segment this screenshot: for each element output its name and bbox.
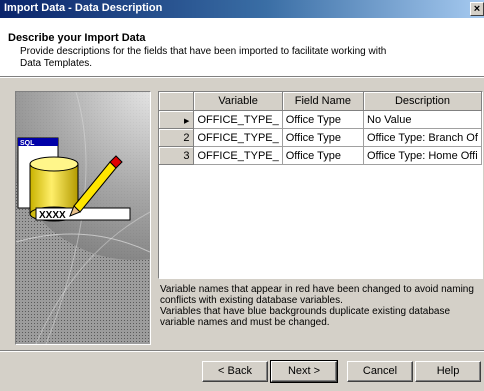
cell-description[interactable]: Office Type: Home Offi [363, 146, 482, 165]
footer-divider [0, 350, 484, 352]
header-title: Describe your Import Data [8, 32, 146, 44]
current-row-pointer-icon: ▶ [184, 117, 190, 125]
grid-empty-area [159, 165, 482, 278]
next-button[interactable]: Next > [270, 360, 338, 383]
column-header-variable[interactable]: Variable [193, 92, 283, 111]
text-field-illustration: XXXX [35, 207, 131, 221]
naming-notes: Variable names that appear in red have b… [160, 284, 482, 328]
grid-header-row: Variable Field Name Description [159, 92, 482, 111]
row-header[interactable]: 2 [159, 128, 195, 147]
back-button[interactable]: < Back [202, 361, 268, 382]
cell-variable[interactable]: OFFICE_TYPE_ [193, 128, 283, 147]
grid-table: Variable Field Name Description ▶ OFFICE… [159, 92, 482, 165]
row-header-current[interactable]: ▶ [159, 110, 195, 129]
cell-variable[interactable]: OFFICE_TYPE_ [193, 146, 283, 165]
window-title: Import Data - Data Description [4, 2, 163, 14]
cell-field-name[interactable]: Office Type [282, 110, 365, 129]
table-row[interactable]: ▶ OFFICE_TYPE_ Office Type No Value [159, 110, 482, 129]
field-xxxx-text: XXXX [39, 210, 66, 221]
cell-description[interactable]: Office Type: Branch Of [363, 128, 482, 147]
blue-background-note: Variables that have blue backgrounds dup… [160, 306, 451, 328]
wizard-header: Describe your Import Data Provide descri… [0, 18, 484, 76]
red-names-note: Variable names that appear in red have b… [160, 284, 474, 306]
cancel-button[interactable]: Cancel [347, 361, 413, 382]
column-header-description[interactable]: Description [363, 92, 482, 111]
header-divider [0, 76, 484, 78]
column-header-field-name[interactable]: Field Name [282, 92, 365, 111]
grid-corner-cell [159, 92, 195, 111]
wizard-illustration: SQL XXXX [15, 91, 151, 345]
title-bar: Import Data - Data Description × [0, 0, 484, 18]
header-description: Provide descriptions for the fields that… [20, 46, 387, 69]
cell-field-name[interactable]: Office Type [282, 146, 365, 165]
cell-description[interactable]: No Value [363, 110, 482, 129]
cell-field-name[interactable]: Office Type [282, 128, 365, 147]
data-description-grid: Variable Field Name Description ▶ OFFICE… [158, 91, 483, 279]
sql-label: SQL [20, 140, 35, 147]
row-header[interactable]: 3 [159, 146, 195, 165]
cell-variable[interactable]: OFFICE_TYPE_ [193, 110, 283, 129]
close-icon[interactable]: × [470, 2, 484, 16]
table-row[interactable]: 2 OFFICE_TYPE_ Office Type Office Type: … [159, 128, 482, 147]
help-button[interactable]: Help [415, 361, 481, 382]
table-row[interactable]: 3 OFFICE_TYPE_ Office Type Office Type: … [159, 146, 482, 165]
